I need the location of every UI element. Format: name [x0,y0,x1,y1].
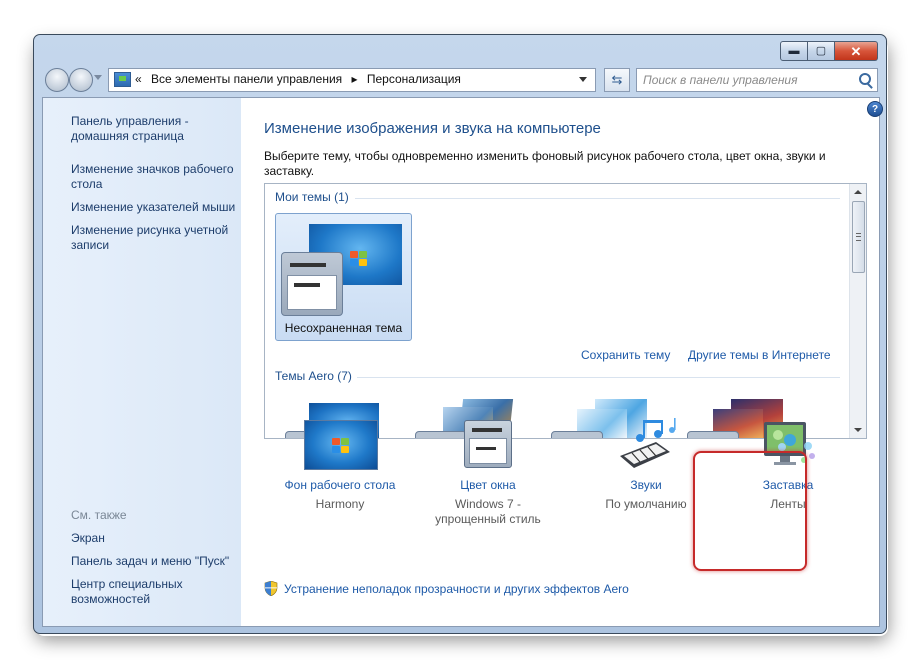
aero-themes-header: Темы Aero (7) [275,369,352,383]
navigation-bar: « Все элементы панели управления ▸ Персо… [42,67,878,93]
address-bar[interactable]: « Все элементы панели управления ▸ Персо… [108,68,596,92]
scroll-up-arrow[interactable] [854,190,862,194]
sidebar-link-account-picture[interactable]: Изменение рисунка учетной записи [71,223,241,253]
refresh-icon: ⇆ [611,72,623,87]
see-also-label: См. также [71,508,127,522]
minimize-button[interactable]: ▬ [780,41,808,61]
shield-icon [264,580,278,597]
address-dropdown-arrow[interactable] [579,77,587,82]
themes-scrollbar[interactable] [849,184,866,438]
window-color-icon [452,418,524,472]
group-divider [355,198,840,199]
theme-name: Несохраненная тема [284,321,403,335]
caption-buttons: ▬ ▢ ✕ [780,41,878,61]
desktop-background-item[interactable]: Фон рабочего стола Harmony [270,418,410,512]
scroll-thumb[interactable] [852,201,865,273]
window-color-label[interactable]: Цвет окна [418,478,558,492]
troubleshoot-aero-link[interactable]: Устранение неполадок прозрачности и друг… [264,580,629,597]
breadcrumb-all-items[interactable]: Все элементы панели управления [151,72,342,86]
breadcrumb-separator[interactable]: ▸ [352,72,358,86]
unsaved-theme-tile[interactable]: Несохраненная тема [275,213,412,341]
windows-logo-icon [349,250,369,268]
recent-pages-dropdown[interactable] [94,75,102,80]
sidebar-link-desktop-icons[interactable]: Изменение значков рабочего стола [71,162,241,192]
themes-list[interactable]: Мои темы (1) Несохраненная тема Сохранит… [264,183,867,439]
minimize-icon: ▬ [788,44,800,57]
save-theme-link[interactable]: Сохранить тему [581,348,670,362]
sidebar: Панель управления - домашняя страница Из… [43,98,241,626]
close-button[interactable]: ✕ [835,41,878,61]
breadcrumb-personalization[interactable]: Персонализация [367,72,461,86]
screensaver-highlight [693,451,807,571]
refresh-button[interactable]: ⇆ [604,68,630,92]
desktop-background-value: Harmony [315,497,365,511]
search-box[interactable] [636,68,878,92]
maximize-icon: ▢ [815,44,827,57]
windows-logo-icon [331,437,351,455]
group-divider [357,377,840,378]
troubleshoot-label[interactable]: Устранение неполадок прозрачности и друг… [284,582,629,596]
sidebar-link-taskbar[interactable]: Панель задач и меню "Пуск" [71,554,241,569]
page-description: Выберите тему, чтобы одновременно измени… [264,149,826,178]
window-color-value: Windows 7 - упрощенный стиль [435,497,541,526]
more-themes-online-link[interactable]: Другие темы в Интернете [688,348,831,362]
breadcrumb: « Все элементы панели управления ▸ Персо… [135,72,467,86]
my-themes-header: Мои темы (1) [275,190,349,204]
window-color-thumbnail [281,252,343,316]
help-icon[interactable]: ? [867,101,883,117]
control-panel-icon [114,72,131,87]
maximize-button[interactable]: ▢ [808,41,835,61]
sidebar-link-display[interactable]: Экран [71,531,241,546]
desktop-background-icon [304,418,378,472]
page-title: Изменение изображения и звука на компьют… [264,120,601,137]
search-input[interactable] [641,71,850,89]
sounds-icon [610,418,682,472]
search-icon[interactable] [859,73,871,85]
close-icon: ✕ [850,43,862,59]
desktop-background-label[interactable]: Фон рабочего стола [270,478,410,492]
forward-button[interactable] [69,68,93,92]
back-button[interactable] [45,68,69,92]
sidebar-link-home[interactable]: Панель управления - домашняя страница [71,114,241,144]
sidebar-link-mouse-pointers[interactable]: Изменение указателей мыши [71,200,241,215]
window-color-item[interactable]: Цвет окна Windows 7 - упрощенный стиль [418,418,558,527]
sidebar-link-ease-of-access[interactable]: Центр специальных возможностей [71,577,241,607]
breadcrumb-overflow[interactable]: « [135,72,142,86]
